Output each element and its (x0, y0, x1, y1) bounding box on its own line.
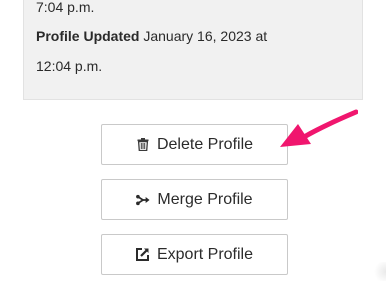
profile-updated-label: Profile Updated (36, 28, 140, 44)
merge-icon (136, 193, 150, 207)
profile-updated-line: Profile Updated January 16, 2023 at (36, 27, 267, 45)
merge-profile-button[interactable]: Merge Profile (101, 179, 288, 220)
delete-profile-label: Delete Profile (156, 135, 254, 153)
profile-updated-date: January 16, 2023 at (139, 28, 268, 44)
profile-updated-time-value: 12:04 p.m. (36, 58, 103, 74)
trash-icon (136, 138, 150, 152)
profile-actions-page: 7:04 p.m. Profile Updated January 16, 20… (0, 0, 386, 281)
export-icon (136, 248, 150, 262)
export-profile-label: Export Profile (156, 245, 254, 263)
export-profile-button[interactable]: Export Profile (101, 234, 288, 275)
profile-created-time: 7:04 p.m. (36, 0, 94, 16)
profile-created-time-value: 7:04 p.m. (36, 0, 95, 15)
edge-shadow (372, 262, 386, 281)
delete-profile-button[interactable]: Delete Profile (101, 124, 288, 165)
merge-profile-label: Merge Profile (157, 190, 253, 208)
profile-info-panel: 7:04 p.m. Profile Updated January 16, 20… (23, 0, 363, 100)
profile-updated-time: 12:04 p.m. (36, 57, 102, 75)
pointer-arrow-annotation (280, 109, 358, 147)
